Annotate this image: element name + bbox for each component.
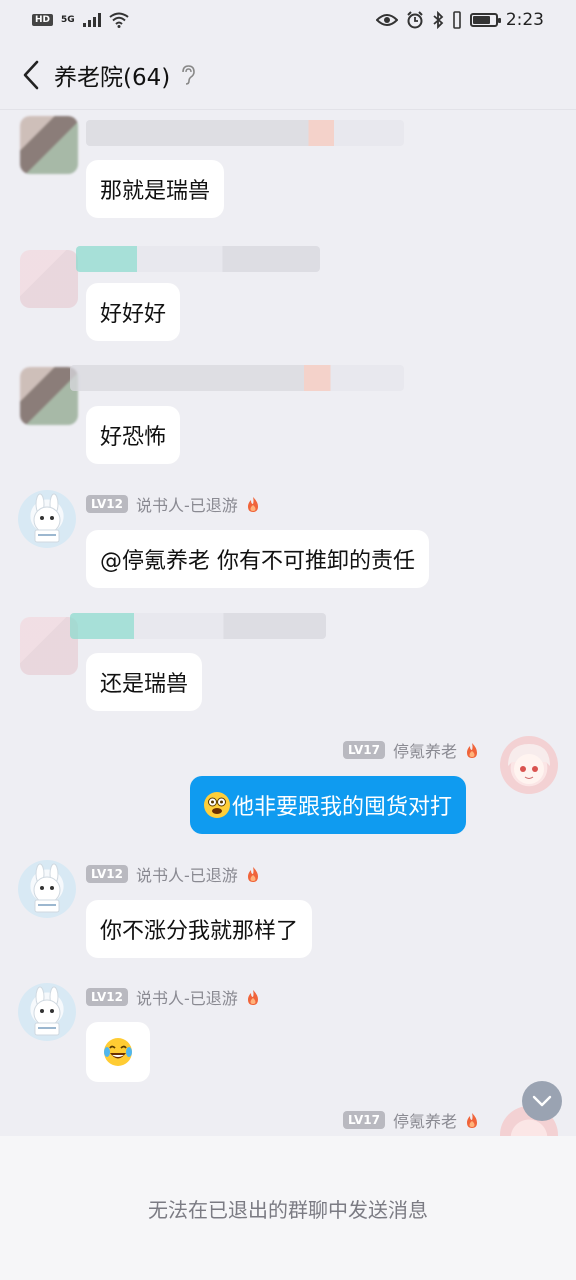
signal-icon <box>82 13 101 27</box>
message-bubble[interactable]: 那就是瑞兽 <box>86 160 225 218</box>
eye-icon <box>375 14 398 26</box>
sender-name[interactable]: 说书人-已退游 <box>136 492 238 516</box>
avatar[interactable] <box>18 860 76 918</box>
sender-name-blurred <box>76 246 320 272</box>
avatar[interactable] <box>500 736 558 794</box>
dizzy-face-emoji-icon <box>204 792 230 818</box>
level-badge: LV12 <box>86 495 128 513</box>
message-bubble[interactable]: 好恐怖 <box>86 406 181 464</box>
status-right: 2:23 <box>375 10 544 30</box>
avatar[interactable] <box>20 250 78 308</box>
message-item: LV12 说书人-已退游 <box>0 973 576 1088</box>
message-text: @停氪养老 你有不可推卸的责任 <box>100 549 415 574</box>
sender-name-blurred <box>70 613 326 639</box>
chevron-down-icon <box>532 1095 552 1107</box>
level-badge: LV12 <box>86 865 128 883</box>
scroll-to-bottom-button[interactable] <box>522 1081 562 1121</box>
message-text: 好好好 <box>100 302 167 327</box>
sender-info: LV12 说书人-已退游 <box>86 985 260 1009</box>
message-item: 好好好 <box>0 230 576 345</box>
message-text: 还是瑞兽 <box>100 672 189 697</box>
sender-info: LV12 说书人-已退游 <box>86 492 260 516</box>
sender-name-blurred <box>86 120 404 146</box>
alarm-icon <box>407 11 423 29</box>
message-text: 好恐怖 <box>100 425 167 450</box>
message-bubble[interactable]: 还是瑞兽 <box>86 653 203 711</box>
back-arrow-icon[interactable] <box>16 55 46 95</box>
sender-name[interactable]: 说书人-已退游 <box>136 985 238 1009</box>
bunny-avatar-icon <box>33 986 61 1036</box>
message-item: LV12 说书人-已退游 @停氪养老 你有不可推卸的责任 <box>0 480 576 595</box>
message-item-mine: LV17 停氪养老 <box>0 1096 576 1136</box>
sender-name[interactable]: 说书人-已退游 <box>136 862 238 886</box>
earpiece-mode-icon[interactable] <box>180 64 196 85</box>
status-time: 2:23 <box>505 10 544 30</box>
level-badge: LV17 <box>343 741 385 759</box>
wifi-icon <box>109 12 129 28</box>
avatar[interactable] <box>18 490 76 548</box>
message-bubble[interactable]: 你不涨分我就那样了 <box>86 900 313 958</box>
footer-notice: 无法在已退出的群聊中发送消息 <box>148 1197 428 1222</box>
sender-info: LV17 停氪养老 <box>343 1108 479 1132</box>
hd-badge: HD <box>32 14 54 26</box>
chat-title[interactable]: 养老院(64) <box>54 58 170 92</box>
bluetooth-icon <box>433 11 444 29</box>
flame-icon <box>467 1112 477 1128</box>
flame-icon <box>247 989 258 1005</box>
bunny-avatar-icon <box>33 863 61 913</box>
message-item: 还是瑞兽 <box>0 603 576 718</box>
flame-icon <box>247 866 258 882</box>
level-badge: LV12 <box>86 988 128 1006</box>
level-badge: LV17 <box>343 1111 385 1129</box>
sender-name[interactable]: 停氪养老 <box>393 1108 457 1132</box>
status-left: HD 5G <box>32 12 129 28</box>
footer-notice-bar: 无法在已退出的群聊中发送消息 <box>0 1136 576 1280</box>
network-type: 5G <box>61 14 75 25</box>
sender-info: LV17 停氪养老 <box>343 738 479 762</box>
message-item: LV12 说书人-已退游 你不涨分我就那样了 <box>0 850 576 965</box>
message-text: 那就是瑞兽 <box>100 179 211 204</box>
avatar[interactable] <box>20 116 78 174</box>
avatar[interactable] <box>18 983 76 1041</box>
message-item-mine: LV17 停氪养老 他非要跟我的囤货对打 <box>0 726 576 844</box>
message-bubble[interactable] <box>86 1022 150 1082</box>
anime-girl-avatar-icon <box>508 744 550 784</box>
message-item: 好恐怖 <box>0 355 576 470</box>
message-text: 他非要跟我的囤货对打 <box>232 795 453 820</box>
sender-info: LV12 说书人-已退游 <box>86 862 260 886</box>
chat-header: 养老院(64) <box>0 40 576 110</box>
flame-icon <box>467 742 477 758</box>
message-item: 那就是瑞兽 <box>0 110 576 220</box>
message-bubble[interactable]: 好好好 <box>86 283 181 341</box>
status-bar: HD 5G 2:23 <box>0 0 576 40</box>
message-text: 你不涨分我就那样了 <box>100 919 299 944</box>
message-bubble[interactable]: @停氪养老 你有不可推卸的责任 <box>86 530 429 588</box>
tears-of-joy-emoji-icon <box>104 1038 132 1066</box>
flame-icon <box>247 496 258 512</box>
vibrate-icon <box>453 11 461 29</box>
battery-icon <box>469 13 501 27</box>
bunny-avatar-icon <box>33 493 61 543</box>
sender-name[interactable]: 停氪养老 <box>393 738 457 762</box>
sender-name-blurred <box>70 365 404 391</box>
message-bubble-mine[interactable]: 他非要跟我的囤货对打 <box>190 776 467 834</box>
